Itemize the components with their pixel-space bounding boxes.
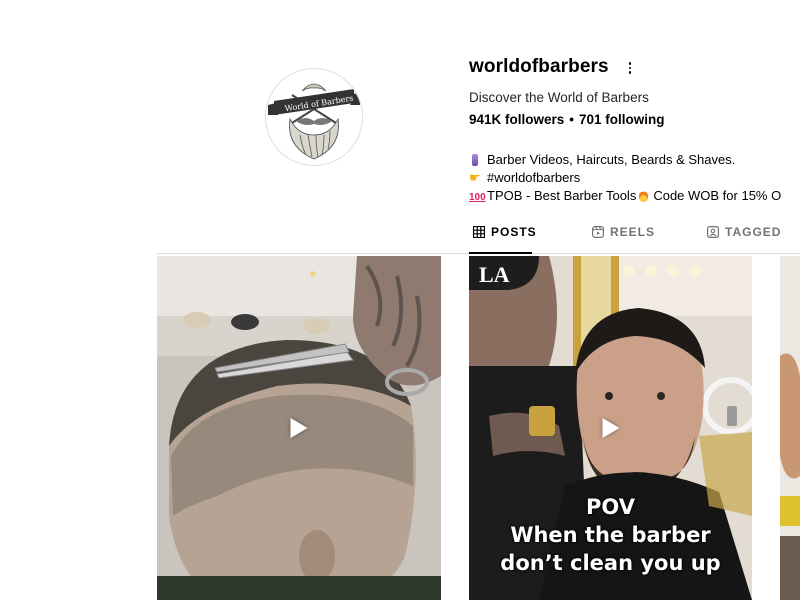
- bio-text: TPOB - Best Barber Tools: [487, 188, 637, 203]
- post-thumbnail: [780, 256, 800, 600]
- bio-text: Barber Videos, Haircuts, Beards & Shaves…: [487, 152, 736, 167]
- profile-full-name: Discover the World of Barbers: [469, 90, 649, 105]
- post-tile[interactable]: LA POV When the barber don’t clean you u…: [469, 256, 752, 600]
- tab-label: POSTS: [491, 225, 537, 239]
- fire-icon: [639, 190, 649, 202]
- caption-line: When the barber: [510, 523, 711, 547]
- profile-stats: 941K followers • 701 following: [469, 112, 665, 127]
- barber-pole-icon: [469, 151, 487, 169]
- pointing-hand-icon: ☛: [469, 170, 481, 185]
- profile-bio: Barber Videos, Haircuts, Beards & Shaves…: [469, 151, 781, 205]
- following-link[interactable]: 701 following: [579, 112, 665, 127]
- post-tile[interactable]: [780, 256, 800, 600]
- tab-posts[interactable]: POSTS: [473, 222, 537, 242]
- bio-line: Barber Videos, Haircuts, Beards & Shaves…: [469, 151, 781, 169]
- followers-link[interactable]: 941K followers: [469, 112, 564, 127]
- hashtag-link[interactable]: #worldofbarbers: [487, 170, 580, 185]
- tab-reels[interactable]: REELS: [592, 222, 655, 242]
- bio-line: ☛ #worldofbarbers: [469, 169, 781, 187]
- profile-avatar[interactable]: World of Barbers: [265, 68, 363, 166]
- tagged-icon: [707, 226, 719, 238]
- svg-text:LA: LA: [479, 262, 510, 287]
- world-of-barbers-logo: [266, 69, 362, 165]
- profile-username: worldofbarbers: [469, 56, 609, 77]
- stats-separator: •: [569, 112, 575, 127]
- play-icon: [602, 418, 619, 438]
- bio-text: Code WOB for 15% O: [653, 188, 782, 203]
- reels-icon: [592, 226, 604, 238]
- post-tile[interactable]: [157, 256, 441, 600]
- tab-label: TAGGED: [725, 225, 782, 239]
- hundred-points-icon: 100: [469, 192, 486, 203]
- play-icon: [290, 418, 308, 438]
- more-options-icon[interactable]: [624, 60, 636, 76]
- post-caption: POV When the barber don’t clean you up: [469, 493, 752, 577]
- caption-line: POV: [586, 495, 635, 519]
- tab-tagged[interactable]: TAGGED: [707, 222, 781, 242]
- active-tab-indicator: [469, 252, 532, 254]
- caption-line: don’t clean you up: [500, 551, 721, 575]
- bio-line: 100TPOB - Best Barber Tools Code WOB for …: [469, 187, 781, 205]
- grid-icon: [473, 226, 485, 238]
- tab-label: REELS: [610, 225, 656, 239]
